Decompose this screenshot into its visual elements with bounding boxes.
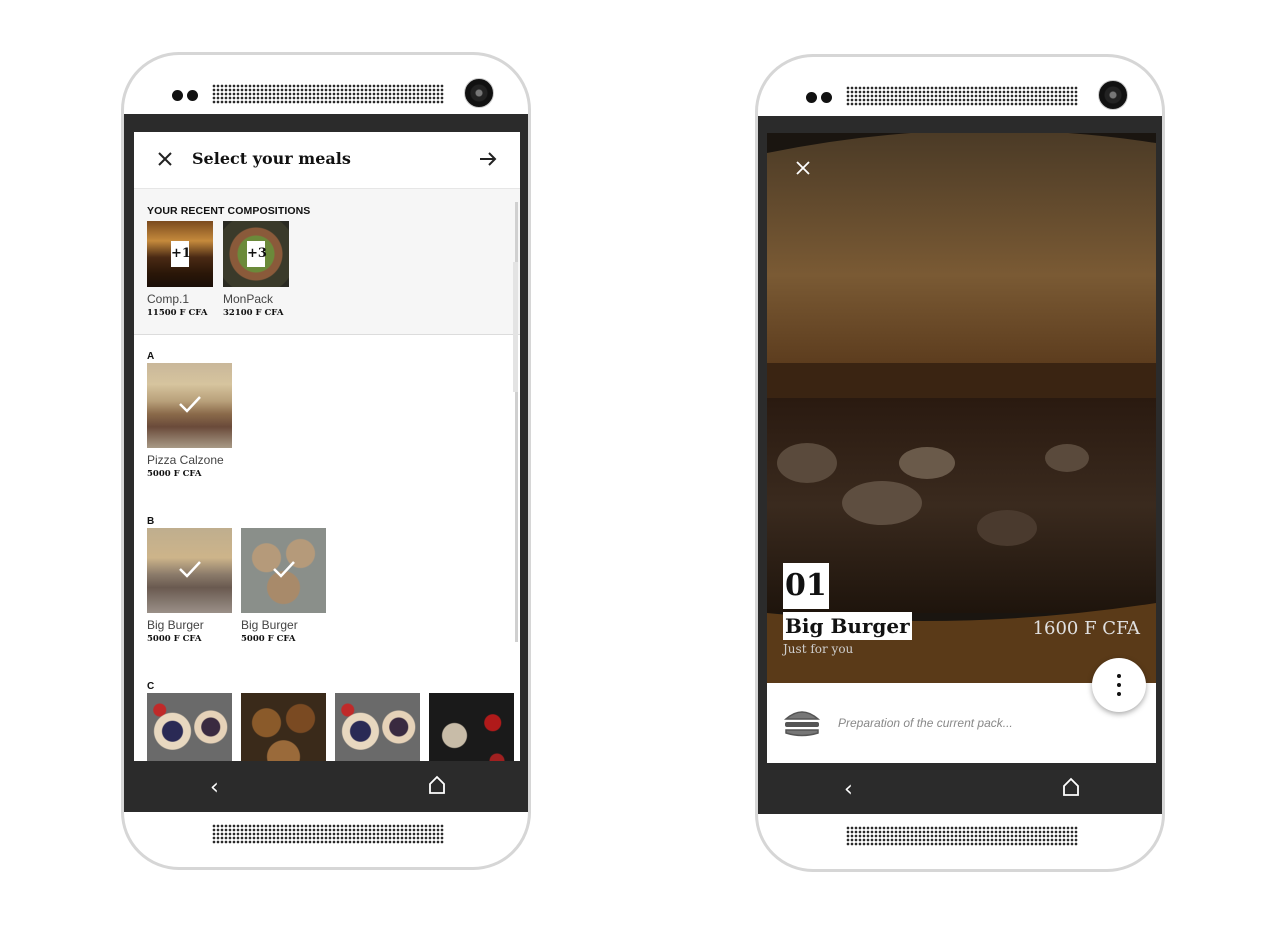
checkmark-icon <box>179 396 201 413</box>
count-badge: +3 <box>247 241 267 267</box>
item-name: Comp.1 <box>147 292 190 306</box>
front-camera <box>464 78 494 108</box>
hero-image: 01 Big Burger Just for you 1600 F CFA <box>767 133 1156 683</box>
salad-thumbnail: +3 <box>223 221 289 287</box>
item-name: Big Burger <box>783 612 912 640</box>
big-burger-thumbnail <box>147 528 232 613</box>
recent-item[interactable]: +3 MonPack 32100 F CFA <box>223 221 289 318</box>
app-bar: Select your meals <box>134 132 520 189</box>
pizza-calzone-thumbnail <box>147 363 232 448</box>
close-icon[interactable] <box>795 160 811 176</box>
home-icon[interactable] <box>427 774 447 796</box>
muffins-thumbnail <box>241 528 326 613</box>
item-price: 1600 F CFA <box>1032 618 1140 639</box>
screen-right: 01 Big Burger Just for you 1600 F CFA Pr… <box>758 116 1162 814</box>
page-title: Select your meals <box>192 149 351 168</box>
close-icon[interactable] <box>156 150 174 168</box>
item-price: 5000 F CFA <box>147 634 202 644</box>
earpiece-speaker <box>846 86 1078 106</box>
item-subtitle: Just for you <box>783 642 854 656</box>
burger-icon <box>784 711 820 737</box>
meal-item[interactable] <box>429 693 514 761</box>
item-name: Big Burger <box>241 618 298 632</box>
chevron-left-icon[interactable]: ‹ <box>210 775 219 800</box>
burger-thumbnail: +1 <box>147 221 213 287</box>
chevron-left-icon[interactable]: ‹ <box>844 777 853 802</box>
recent-section-title: YOUR RECENT COMPOSITIONS <box>147 205 311 217</box>
arrow-right-icon[interactable] <box>478 150 498 168</box>
front-sensors <box>172 90 200 102</box>
item-price: 32100 F CFA <box>223 308 284 318</box>
section-letter-b: B <box>147 516 155 527</box>
meal-item[interactable] <box>335 693 420 761</box>
meal-selection-screen: Select your meals YOUR RECENT COMPOSITIO… <box>134 132 520 761</box>
bottom-speaker <box>846 826 1078 846</box>
cupcakes-thumbnail <box>335 693 420 761</box>
bottom-speaker <box>212 824 444 844</box>
item-price: 5000 F CFA <box>241 634 296 644</box>
meal-detail-screen: 01 Big Burger Just for you 1600 F CFA Pr… <box>767 133 1156 764</box>
checkmark-icon <box>273 561 295 578</box>
checkmark-icon <box>179 561 201 578</box>
meal-item[interactable]: Pizza Calzone 5000 F CFA <box>147 363 232 479</box>
phone-right: 01 Big Burger Just for you 1600 F CFA Pr… <box>755 54 1165 872</box>
item-name: Pizza Calzone <box>147 453 224 467</box>
phone-left: Select your meals YOUR RECENT COMPOSITIO… <box>121 52 531 870</box>
system-nav-bar: ‹ <box>124 761 528 812</box>
dessert-cups-thumbnail <box>429 693 514 761</box>
cupcakes-thumbnail <box>147 693 232 761</box>
meal-item[interactable]: Big Burger 5000 F CFA <box>241 528 326 644</box>
recent-compositions: YOUR RECENT COMPOSITIONS +1 Comp.1 11500… <box>134 189 520 335</box>
status-text: Preparation of the current pack... <box>838 716 1013 730</box>
meal-item[interactable] <box>147 693 232 761</box>
section-letter-c: C <box>147 681 155 692</box>
item-name: Big Burger <box>147 618 204 632</box>
item-price: 11500 F CFA <box>147 308 208 318</box>
front-camera <box>1098 80 1128 110</box>
home-icon[interactable] <box>1061 776 1081 798</box>
count-badge: +1 <box>171 241 191 267</box>
recent-item[interactable]: +1 Comp.1 11500 F CFA <box>147 221 213 318</box>
meal-item[interactable]: Big Burger 5000 F CFA <box>147 528 232 644</box>
more-vert-icon <box>1117 674 1121 678</box>
earpiece-speaker <box>212 84 444 104</box>
system-nav-bar: ‹ <box>758 763 1162 814</box>
item-number: 01 <box>783 563 829 609</box>
meal-item[interactable] <box>241 693 326 761</box>
scrollbar-thumb[interactable] <box>513 262 518 392</box>
screen-left: Select your meals YOUR RECENT COMPOSITIO… <box>124 114 528 812</box>
front-sensors <box>806 92 834 104</box>
item-price: 5000 F CFA <box>147 469 202 479</box>
muffins-thumbnail <box>241 693 326 761</box>
section-letter-a: A <box>147 351 155 362</box>
more-options-button[interactable] <box>1092 658 1146 712</box>
item-name: MonPack <box>223 292 274 306</box>
